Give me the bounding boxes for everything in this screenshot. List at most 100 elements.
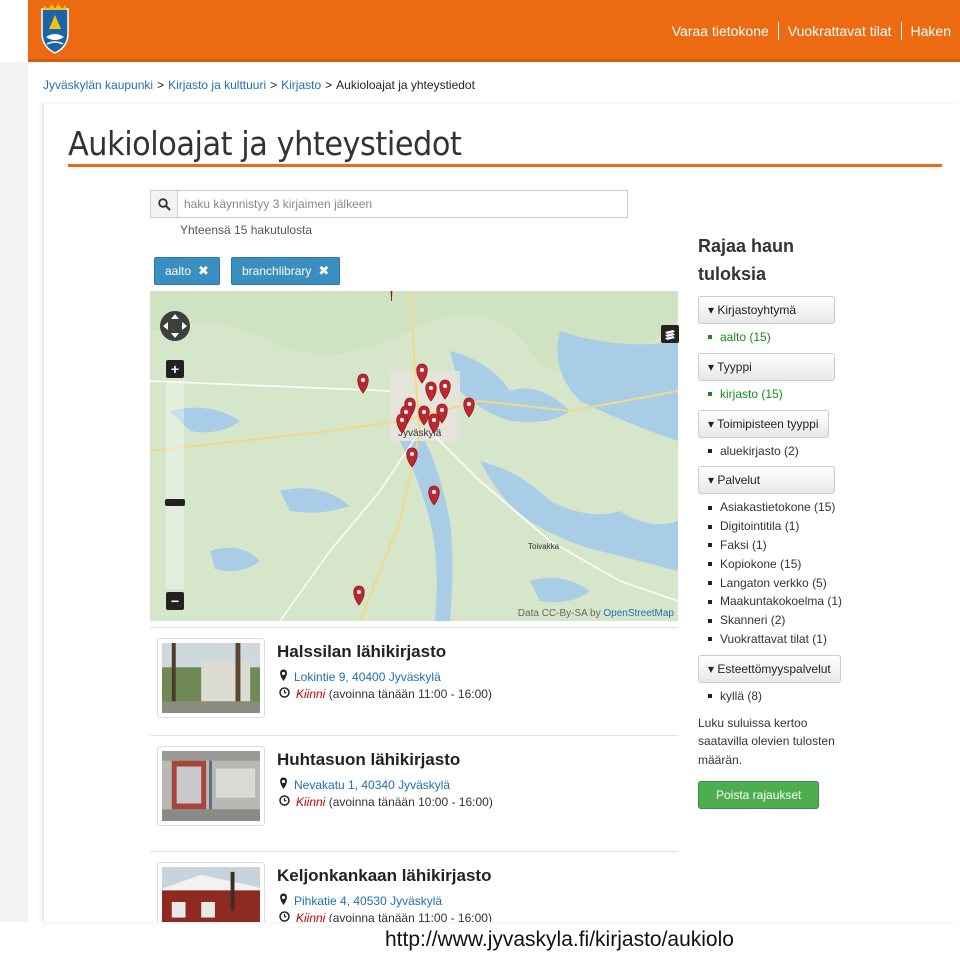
clear-filters-button[interactable]: Poista rajaukset: [698, 781, 820, 810]
facet-accessibility: ▾ Esteettömyyspalvelut kyllä (8): [698, 654, 858, 706]
facet-option-label[interactable]: kirjasto (15): [720, 385, 783, 404]
note-line: saatavilla olevien tulosten: [698, 734, 835, 749]
remove-filter-icon[interactable]: ✖: [318, 263, 329, 279]
bullet-icon: [708, 524, 712, 529]
library-address[interactable]: Lokintie 9, 40400 Jyväskylä: [279, 669, 441, 684]
facet-option[interactable]: kyllä (8): [708, 687, 858, 706]
facet-option-label[interactable]: Langaton verkko (5): [720, 574, 827, 593]
library-map[interactable]: Jyväskylä Toivakka Data CC-By-SA by Open…: [150, 291, 678, 621]
address-text[interactable]: Pihkatie 4, 40530 Jyväskylä: [294, 894, 442, 908]
bullet-icon: [708, 599, 712, 604]
bullet-icon: [708, 694, 712, 699]
sidebar-title-line: Rajaa haun: [698, 236, 795, 256]
zoom-slider-handle[interactable]: [165, 499, 185, 506]
map-pin-icon: [279, 777, 288, 792]
facet-toggle-button[interactable]: ▾ Toimipisteen tyyppi: [698, 409, 829, 438]
status-closed: Kiinni: [296, 795, 326, 809]
facet-toggle-button[interactable]: ▾ Palvelut: [698, 466, 835, 495]
list-item[interactable]: Keljonkankaan lähikirjasto Pihkatie 4, 4…: [150, 851, 678, 922]
address-text[interactable]: Nevakatu 1, 40340 Jyväskylä: [294, 778, 450, 792]
nav-reserve-computer[interactable]: Varaa tietokone: [663, 23, 778, 39]
facet-option[interactable]: aluekirjasto (2): [708, 442, 858, 461]
bullet-icon: [708, 562, 712, 567]
remove-filter-icon[interactable]: ✖: [198, 263, 209, 279]
facet-option-label[interactable]: Digitointitila (1): [720, 517, 799, 536]
result-count: Yhteensä 15 hakutulosta: [180, 223, 313, 237]
nav-search[interactable]: Haken: [902, 23, 960, 39]
search-input[interactable]: [178, 191, 627, 217]
facet-option-label[interactable]: Asiakastietokone (15): [720, 498, 835, 517]
map-attribution: Data CC-By-SA by OpenStreetMap: [518, 608, 674, 619]
map-pin-icon: [279, 669, 288, 684]
facet-option-label[interactable]: Maakuntakokoelma (1): [720, 592, 842, 611]
facet-library-consortium: ▾ Kirjastoyhtymä aalto (15): [698, 296, 858, 347]
breadcrumb-separator: >: [270, 78, 278, 92]
facet-option[interactable]: Asiakastietokone (15): [708, 498, 858, 517]
city-crest-logo[interactable]: [38, 3, 72, 55]
library-name[interactable]: Keljonkankaan lähikirjasto: [277, 866, 491, 886]
search-icon: [151, 191, 178, 217]
map-tiles: Jyväskylä Toivakka: [150, 291, 678, 621]
osm-link[interactable]: OpenStreetMap: [603, 608, 674, 619]
facet-option[interactable]: Skanneri (2): [708, 611, 858, 630]
page-title: Aukioloajat ja yhteystiedot: [68, 124, 462, 163]
facet-option-label[interactable]: Faksi (1): [720, 536, 767, 555]
filter-tag-branchlibrary[interactable]: branchlibrary ✖: [231, 257, 341, 285]
library-photo[interactable]: [157, 862, 265, 922]
zoom-in-button[interactable]: +: [166, 360, 184, 378]
facet-option-label[interactable]: Skanneri (2): [720, 611, 785, 630]
facet-services: ▾ Palvelut Asiakastietokone (15) Digitoi…: [698, 466, 858, 648]
layers-icon[interactable]: [661, 325, 679, 343]
list-item[interactable]: Huhtasuon lähikirjasto Nevakatu 1, 40340…: [150, 735, 678, 843]
breadcrumb-link-city[interactable]: Jyväskylän kaupunki: [43, 78, 153, 92]
opening-hours: Kiinni (avoinna tänään 10:00 - 16:00): [279, 795, 493, 809]
facet-option-label[interactable]: Vuokrattavat tilat (1): [720, 630, 827, 649]
page-gutter: [0, 62, 28, 922]
library-name[interactable]: Huhtasuon lähikirjasto: [277, 750, 460, 770]
facet-option[interactable]: kirjasto (15): [708, 385, 858, 404]
sidebar-title: Rajaa haun tuloksia: [698, 232, 858, 288]
facet-option-label[interactable]: kyllä (8): [720, 687, 762, 706]
library-name[interactable]: Halssilan lähikirjasto: [277, 642, 446, 662]
map-pan-control[interactable]: [160, 311, 190, 341]
note-line: Luku suluissa kertoo: [698, 715, 808, 730]
facet-option[interactable]: Digitointitila (1): [708, 517, 858, 536]
facet-option[interactable]: Kopiokone (15): [708, 555, 858, 574]
facet-option[interactable]: aalto (15): [708, 328, 858, 347]
clock-icon: [279, 795, 290, 809]
facet-toggle-button[interactable]: ▾ Tyyppi: [698, 352, 835, 381]
zoom-out-button[interactable]: −: [166, 592, 184, 610]
library-address[interactable]: Nevakatu 1, 40340 Jyväskylä: [279, 777, 450, 792]
bullet-icon: [708, 618, 712, 623]
facet-type: ▾ Tyyppi kirjasto (15): [698, 352, 858, 404]
bullet-icon: [708, 580, 712, 585]
library-photo[interactable]: [157, 746, 265, 826]
zoom-slider[interactable]: [165, 381, 185, 589]
page-url-caption: http://www.jyvaskyla.fi/kirjasto/aukiolo: [385, 928, 734, 951]
hours-text: (avoinna tänään 11:00 - 16:00): [328, 911, 492, 922]
breadcrumb-link-library[interactable]: Kirjasto: [281, 78, 321, 92]
map-zoom-control: + −: [165, 360, 185, 610]
breadcrumb-link-library-culture[interactable]: Kirjasto ja kulttuuri: [168, 78, 266, 92]
facet-option[interactable]: Maakuntakokoelma (1): [708, 592, 858, 611]
bullet-icon: [708, 543, 712, 548]
facet-option[interactable]: Langaton verkko (5): [708, 574, 858, 593]
facet-toggle-button[interactable]: ▾ Esteettömyyspalvelut: [698, 654, 841, 683]
list-item[interactable]: Halssilan lähikirjasto Lokintie 9, 40400…: [150, 627, 678, 735]
nav-rentable-spaces[interactable]: Vuokrattavat tilat: [779, 23, 901, 39]
facet-option[interactable]: Faksi (1): [708, 536, 858, 555]
facet-option-label[interactable]: aalto (15): [720, 328, 771, 347]
library-address[interactable]: Pihkatie 4, 40530 Jyväskylä: [279, 893, 442, 908]
status-closed: Kiinni: [296, 911, 326, 922]
facet-option[interactable]: Vuokrattavat tilat (1): [708, 630, 858, 649]
results-list: Halssilan lähikirjasto Lokintie 9, 40400…: [150, 627, 678, 922]
filter-tag-aalto[interactable]: aalto ✖: [154, 257, 220, 285]
breadcrumb: Jyväskylän kaupunki > Kirjasto ja kulttuur…: [43, 78, 475, 92]
clock-icon: [279, 911, 290, 922]
library-photo[interactable]: [157, 638, 265, 718]
clock-icon: [279, 687, 290, 701]
facet-option-label[interactable]: aluekirjasto (2): [720, 442, 799, 461]
facet-option-label[interactable]: Kopiokone (15): [720, 555, 801, 574]
address-text[interactable]: Lokintie 9, 40400 Jyväskylä: [294, 670, 441, 684]
facet-toggle-button[interactable]: ▾ Kirjastoyhtymä: [698, 296, 835, 324]
